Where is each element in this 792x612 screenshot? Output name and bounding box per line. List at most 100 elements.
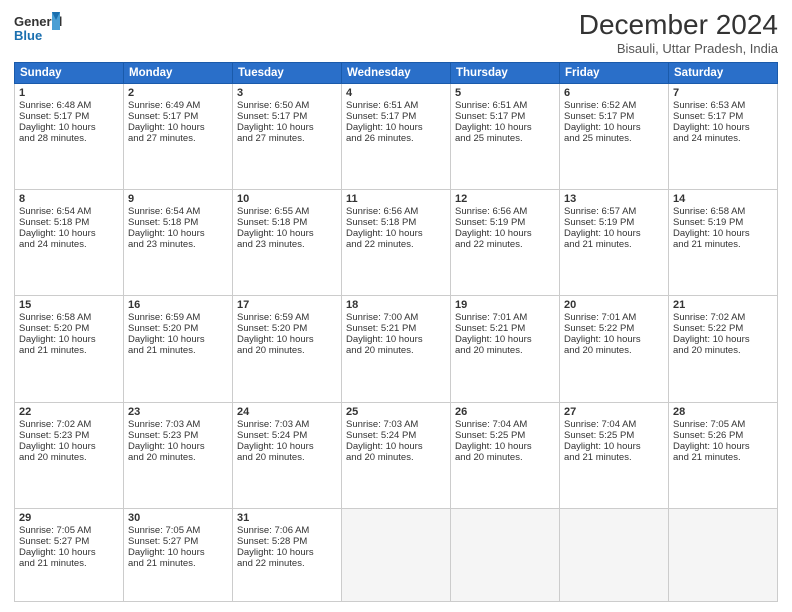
calendar-cell: 7Sunrise: 6:53 AMSunset: 5:17 PMDaylight… <box>669 83 778 189</box>
calendar-cell: 30Sunrise: 7:05 AMSunset: 5:27 PMDayligh… <box>124 508 233 601</box>
day-info-line: Sunrise: 7:02 AM <box>19 419 119 430</box>
day-info-line: Sunrise: 6:55 AM <box>237 206 337 217</box>
day-info-line: Daylight: 10 hours <box>346 122 446 133</box>
calendar-cell: 20Sunrise: 7:01 AMSunset: 5:22 PMDayligh… <box>560 296 669 402</box>
weekday-header-tuesday: Tuesday <box>233 62 342 83</box>
day-number: 9 <box>128 193 228 205</box>
day-info-line: Sunset: 5:22 PM <box>564 323 664 334</box>
day-info-line: Daylight: 10 hours <box>673 441 773 452</box>
day-info-line: Sunset: 5:20 PM <box>19 323 119 334</box>
day-info-line: Sunrise: 6:54 AM <box>128 206 228 217</box>
day-info-line: and 21 minutes. <box>564 452 664 463</box>
day-number: 23 <box>128 406 228 418</box>
day-number: 22 <box>19 406 119 418</box>
day-info-line: Sunrise: 6:56 AM <box>455 206 555 217</box>
calendar-week-4: 22Sunrise: 7:02 AMSunset: 5:23 PMDayligh… <box>15 402 778 508</box>
calendar-body: 1Sunrise: 6:48 AMSunset: 5:17 PMDaylight… <box>15 83 778 601</box>
day-info-line: Sunset: 5:22 PM <box>673 323 773 334</box>
day-info-line: and 22 minutes. <box>237 558 337 569</box>
day-info-line: Daylight: 10 hours <box>237 228 337 239</box>
day-info-line: Sunset: 5:17 PM <box>128 111 228 122</box>
calendar-cell: 13Sunrise: 6:57 AMSunset: 5:19 PMDayligh… <box>560 190 669 296</box>
day-number: 18 <box>346 299 446 311</box>
calendar-week-1: 1Sunrise: 6:48 AMSunset: 5:17 PMDaylight… <box>15 83 778 189</box>
day-info-line: Sunrise: 7:02 AM <box>673 312 773 323</box>
day-info-line: Sunset: 5:18 PM <box>19 217 119 228</box>
calendar-cell: 16Sunrise: 6:59 AMSunset: 5:20 PMDayligh… <box>124 296 233 402</box>
day-info-line: Sunrise: 7:01 AM <box>455 312 555 323</box>
day-info-line: Daylight: 10 hours <box>128 334 228 345</box>
day-info-line: Sunset: 5:25 PM <box>455 430 555 441</box>
day-info-line: Daylight: 10 hours <box>455 334 555 345</box>
day-info-line: Daylight: 10 hours <box>673 228 773 239</box>
day-info-line: Sunrise: 7:04 AM <box>455 419 555 430</box>
day-info-line: Daylight: 10 hours <box>128 228 228 239</box>
day-number: 20 <box>564 299 664 311</box>
day-info-line: Daylight: 10 hours <box>19 441 119 452</box>
calendar-cell: 26Sunrise: 7:04 AMSunset: 5:25 PMDayligh… <box>451 402 560 508</box>
calendar-cell <box>342 508 451 601</box>
calendar-week-2: 8Sunrise: 6:54 AMSunset: 5:18 PMDaylight… <box>15 190 778 296</box>
day-info-line: Sunrise: 6:54 AM <box>19 206 119 217</box>
day-info-line: Daylight: 10 hours <box>237 334 337 345</box>
calendar-cell: 24Sunrise: 7:03 AMSunset: 5:24 PMDayligh… <box>233 402 342 508</box>
day-info-line: Sunset: 5:17 PM <box>237 111 337 122</box>
calendar-cell: 12Sunrise: 6:56 AMSunset: 5:19 PMDayligh… <box>451 190 560 296</box>
day-info-line: Sunrise: 7:03 AM <box>128 419 228 430</box>
day-info-line: Sunset: 5:24 PM <box>346 430 446 441</box>
day-info-line: Daylight: 10 hours <box>673 334 773 345</box>
weekday-header-sunday: Sunday <box>15 62 124 83</box>
day-info-line: and 21 minutes. <box>19 558 119 569</box>
day-number: 25 <box>346 406 446 418</box>
weekday-header-thursday: Thursday <box>451 62 560 83</box>
day-info-line: Daylight: 10 hours <box>564 441 664 452</box>
day-info-line: Daylight: 10 hours <box>19 334 119 345</box>
day-info-line: Sunrise: 7:04 AM <box>564 419 664 430</box>
day-info-line: Daylight: 10 hours <box>128 122 228 133</box>
day-info-line: Sunrise: 7:05 AM <box>673 419 773 430</box>
calendar-week-5: 29Sunrise: 7:05 AMSunset: 5:27 PMDayligh… <box>15 508 778 601</box>
calendar-cell: 6Sunrise: 6:52 AMSunset: 5:17 PMDaylight… <box>560 83 669 189</box>
day-number: 7 <box>673 87 773 99</box>
day-info-line: Sunrise: 7:03 AM <box>237 419 337 430</box>
day-number: 21 <box>673 299 773 311</box>
day-info-line: Sunrise: 6:59 AM <box>237 312 337 323</box>
day-info-line: Sunset: 5:19 PM <box>673 217 773 228</box>
calendar-cell: 2Sunrise: 6:49 AMSunset: 5:17 PMDaylight… <box>124 83 233 189</box>
day-number: 13 <box>564 193 664 205</box>
day-info-line: and 21 minutes. <box>128 558 228 569</box>
day-info-line: Sunrise: 6:53 AM <box>673 100 773 111</box>
day-info-line: Daylight: 10 hours <box>455 122 555 133</box>
day-number: 8 <box>19 193 119 205</box>
day-info-line: and 28 minutes. <box>19 133 119 144</box>
day-info-line: Sunset: 5:21 PM <box>346 323 446 334</box>
day-info-line: and 24 minutes. <box>673 133 773 144</box>
day-info-line: Sunrise: 7:06 AM <box>237 525 337 536</box>
svg-text:Blue: Blue <box>14 28 42 43</box>
day-number: 1 <box>19 87 119 99</box>
day-info-line: Daylight: 10 hours <box>19 122 119 133</box>
day-info-line: Sunrise: 6:50 AM <box>237 100 337 111</box>
day-info-line: and 21 minutes. <box>564 239 664 250</box>
calendar-cell: 27Sunrise: 7:04 AMSunset: 5:25 PMDayligh… <box>560 402 669 508</box>
day-info-line: Sunset: 5:18 PM <box>346 217 446 228</box>
main-title: December 2024 <box>579 10 778 41</box>
day-info-line: and 22 minutes. <box>455 239 555 250</box>
day-info-line: Sunrise: 6:58 AM <box>673 206 773 217</box>
day-info-line: Sunset: 5:24 PM <box>237 430 337 441</box>
day-info-line: Sunset: 5:19 PM <box>564 217 664 228</box>
day-number: 15 <box>19 299 119 311</box>
day-number: 31 <box>237 512 337 524</box>
day-info-line: and 23 minutes. <box>128 239 228 250</box>
day-info-line: Sunset: 5:19 PM <box>455 217 555 228</box>
day-info-line: Sunset: 5:18 PM <box>128 217 228 228</box>
calendar-cell: 31Sunrise: 7:06 AMSunset: 5:28 PMDayligh… <box>233 508 342 601</box>
day-info-line: Sunset: 5:17 PM <box>564 111 664 122</box>
day-info-line: and 26 minutes. <box>346 133 446 144</box>
day-info-line: and 20 minutes. <box>128 452 228 463</box>
calendar-cell: 1Sunrise: 6:48 AMSunset: 5:17 PMDaylight… <box>15 83 124 189</box>
day-info-line: Daylight: 10 hours <box>237 122 337 133</box>
day-info-line: and 27 minutes. <box>237 133 337 144</box>
calendar-cell: 21Sunrise: 7:02 AMSunset: 5:22 PMDayligh… <box>669 296 778 402</box>
calendar-cell <box>669 508 778 601</box>
